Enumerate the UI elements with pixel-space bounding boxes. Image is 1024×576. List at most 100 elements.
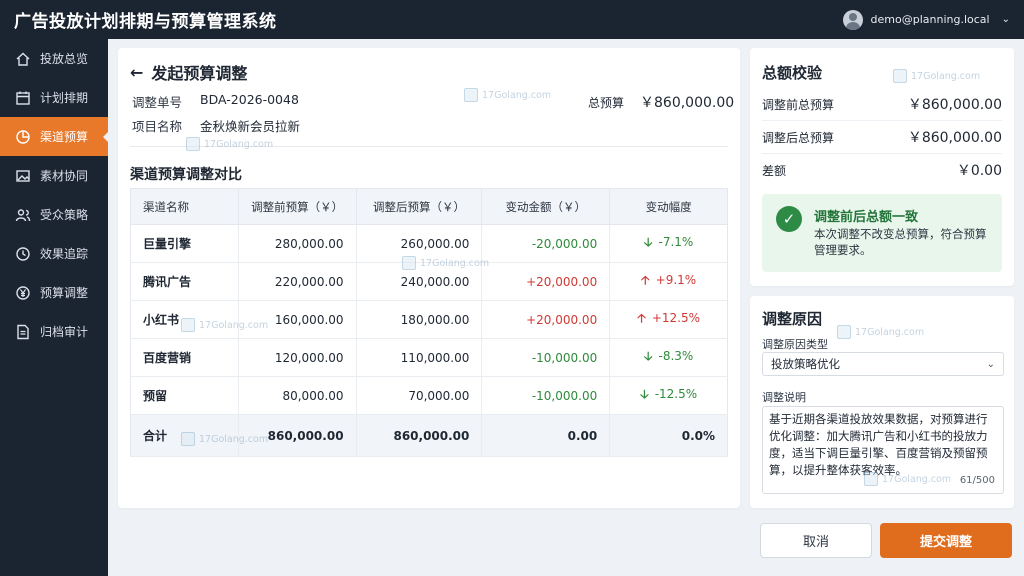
- watermark: 17Golang.com: [864, 472, 951, 486]
- success-description: 本次调整不改变总预算，符合预算管理要求。: [814, 227, 987, 257]
- channel-name: 预留: [130, 376, 239, 415]
- table-row: 百度营销 120,000.00 110,000.00 -10,000.00 🡣 -…: [130, 338, 728, 377]
- watermark-logo-icon: [837, 325, 851, 339]
- watermark-logo-icon: [893, 69, 907, 83]
- diff-label: 差额: [762, 163, 787, 178]
- sidebar-item-label: 素材协同: [40, 169, 89, 183]
- project-value: 金秋焕新会员拉新: [200, 119, 301, 134]
- budget-icon: [14, 128, 32, 146]
- check-title: 总额校验: [762, 64, 823, 82]
- divider: [762, 120, 1002, 121]
- sidebar-item-tracking[interactable]: 效果追踪: [0, 234, 108, 273]
- cancel-button[interactable]: 取消: [760, 523, 872, 558]
- arrow-down-icon: 🡣: [640, 387, 649, 401]
- submit-adjustment-button[interactable]: 提交调整: [880, 523, 1012, 558]
- divider: [762, 153, 1002, 154]
- delta-percent-cell: 🡣 -7.1%: [609, 224, 728, 263]
- channel-name: 巨量引擎: [130, 224, 239, 263]
- before-budget: 280,000.00: [238, 224, 357, 263]
- watermark: 17Golang.com: [402, 256, 489, 270]
- reason-title: 调整原因: [762, 310, 823, 328]
- sidebar: 投放总览 计划排期 渠道预算 素材协同 受众策略 效果追踪 预算调整 归档审计: [0, 39, 108, 576]
- table-header-row: 渠道名称 调整前预算（￥） 调整后预算（￥） 变动金额（￥） 变动幅度: [130, 188, 728, 225]
- column-header: 调整前预算（￥）: [238, 188, 357, 225]
- reason-description-text: 基于近期各渠道投放效果数据，对预算进行优化调整：加大腾讯广告和小红书的投放力度，…: [769, 412, 988, 477]
- app-title: 广告投放计划排期与预算管理系统: [14, 12, 277, 32]
- watermark-logo-icon: [402, 256, 416, 270]
- before-budget: 220,000.00: [238, 262, 357, 301]
- watermark: 17Golang.com: [464, 88, 551, 102]
- section-title: 渠道预算调整对比: [130, 167, 242, 183]
- reason-type-label: 调整原因类型: [762, 338, 828, 351]
- watermark-logo-icon: [186, 137, 200, 151]
- user-menu[interactable]: demo@planning.local ⌄: [842, 9, 1010, 30]
- total-percent: 0.0%: [609, 414, 728, 457]
- sidebar-item-archive[interactable]: 归档审计: [0, 312, 108, 351]
- clock-icon: [14, 245, 32, 263]
- sidebar-item-creative[interactable]: 素材协同: [0, 156, 108, 195]
- sidebar-item-adjustment[interactable]: 预算调整: [0, 273, 108, 312]
- sidebar-item-schedule[interactable]: 计划排期: [0, 78, 108, 117]
- column-header: 变动金额（￥）: [481, 188, 611, 225]
- document-icon: [14, 323, 32, 341]
- delta-percent-cell: 🡣 -12.5%: [609, 376, 728, 415]
- reason-type-value: 投放策略优化: [771, 357, 840, 371]
- sidebar-item-label: 投放总览: [40, 52, 89, 66]
- after-budget: 180,000.00: [356, 300, 483, 339]
- column-header: 变动幅度: [609, 188, 728, 225]
- channel-name: 百度营销: [130, 338, 239, 377]
- adjust-no-row: 调整单号 BDA-2026-0048: [132, 92, 299, 111]
- column-header: 渠道名称: [130, 188, 239, 225]
- delta-amount: -10,000.00: [481, 376, 611, 415]
- sidebar-item-audience[interactable]: 受众策略: [0, 195, 108, 234]
- watermark: 17Golang.com: [837, 325, 924, 339]
- avatar: [842, 9, 863, 30]
- total-delta: 0.00: [481, 414, 611, 457]
- after-budget: 110,000.00: [356, 338, 483, 377]
- chevron-down-icon: ⌄: [1001, 14, 1010, 25]
- watermark: 17Golang.com: [186, 137, 273, 151]
- reason-type-select[interactable]: 投放策略优化 ⌄: [762, 352, 1004, 376]
- sidebar-item-label: 归档审计: [40, 325, 89, 339]
- sidebar-item-channel-budget[interactable]: 渠道预算: [0, 117, 108, 156]
- watermark: 17Golang.com: [181, 432, 268, 446]
- before-total-label: 调整前总预算: [762, 97, 835, 112]
- watermark-logo-icon: [181, 432, 195, 446]
- arrow-down-icon: 🡣: [643, 235, 653, 249]
- arrow-up-icon: 🡡: [637, 311, 646, 325]
- delta-amount: -20,000.00: [481, 224, 611, 263]
- total-budget-label: 总预算: [588, 96, 625, 110]
- before-budget: 120,000.00: [238, 338, 357, 377]
- after-total-row: 调整后总预算 ￥860,000.00: [762, 127, 1002, 147]
- chevron-down-icon: ⌄: [986, 358, 995, 370]
- sidebar-item-overview[interactable]: 投放总览: [0, 39, 108, 78]
- watermark-logo-icon: [464, 88, 478, 102]
- back-arrow-icon[interactable]: ←: [130, 63, 143, 82]
- after-total-value: ￥860,000.00: [907, 130, 1002, 146]
- project-label: 项目名称: [132, 119, 183, 134]
- total-budget-value: ￥860,000.00: [640, 95, 735, 111]
- total-check-card: 总额校验 调整前总预算 ￥860,000.00 调整后总预算 ￥860,000.…: [750, 48, 1014, 286]
- char-counter: 61/500: [959, 475, 995, 486]
- sidebar-item-label: 受众策略: [40, 208, 89, 222]
- delta-percent-cell: 🡣 -8.3%: [609, 338, 728, 377]
- before-total-value: ￥860,000.00: [907, 97, 1002, 113]
- delta-percent-cell: 🡡 +9.1%: [609, 262, 728, 301]
- arrow-down-icon: 🡣: [643, 349, 653, 363]
- delta-percent: -8.3%: [658, 349, 694, 363]
- delta-amount: -10,000.00: [481, 338, 611, 377]
- sidebar-item-label: 预算调整: [40, 286, 89, 300]
- check-circle-icon: ✓: [776, 206, 802, 232]
- calendar-icon: [14, 89, 32, 107]
- after-total-label: 调整后总预算: [762, 130, 835, 145]
- table-row: 预留 80,000.00 70,000.00 -10,000.00 🡣 -12.5…: [130, 376, 728, 415]
- before-budget: 80,000.00: [238, 376, 357, 415]
- delta-percent: -7.1%: [658, 235, 694, 249]
- delta-percent-cell: 🡡 +12.5%: [609, 300, 728, 339]
- user-email: demo@planning.local: [870, 13, 990, 26]
- home-icon: [14, 50, 32, 68]
- page-title: 发起预算调整: [151, 64, 248, 83]
- project-row: 项目名称 金秋焕新会员拉新: [132, 116, 300, 135]
- watermark: 17Golang.com: [181, 318, 268, 332]
- watermark: 17Golang.com: [893, 69, 980, 83]
